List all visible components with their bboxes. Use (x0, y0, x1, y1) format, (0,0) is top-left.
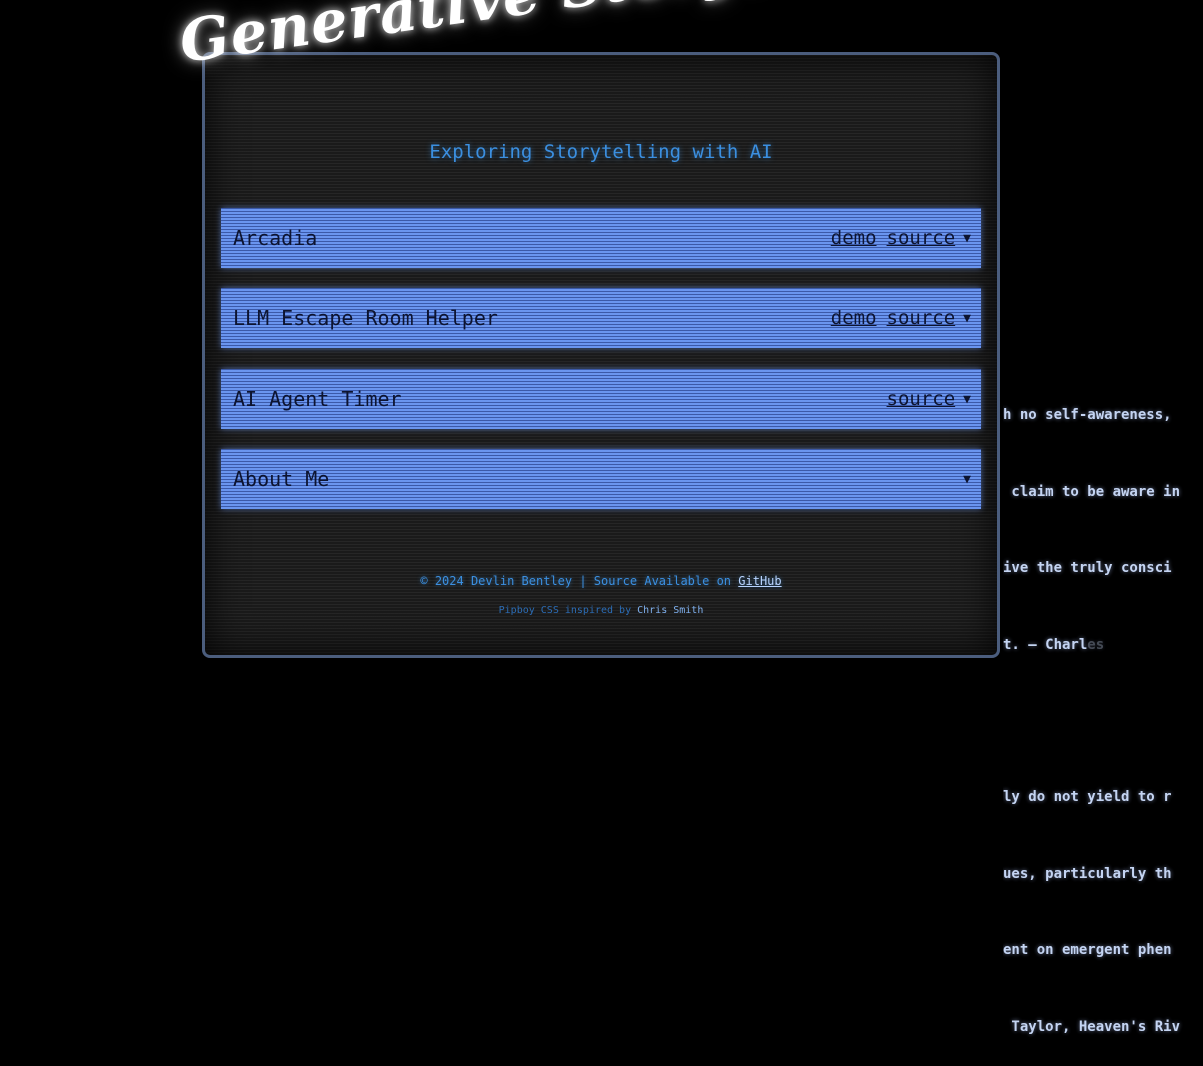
background-line: ly do not yield to r (1003, 789, 1172, 805)
copyright-text: © 2024 Devlin Bentley | Source Available… (420, 574, 739, 588)
project-card-llm-escape-room-helper[interactable]: LLM Escape Room Helper demo source ▼ (221, 288, 981, 348)
project-title: LLM Escape Room Helper (233, 306, 498, 330)
background-line: ues, particularly th (1003, 865, 1172, 882)
background-line: ent on emergent phen (1003, 942, 1172, 958)
credit-name-link[interactable]: Chris Smith (637, 605, 703, 616)
footer-credit: Pipboy CSS inspired by Chris Smith (202, 605, 1000, 616)
background-line: claim to be aware in (1003, 483, 1181, 500)
credit-text: Pipboy CSS inspired by (498, 605, 638, 616)
demo-link[interactable]: demo (831, 227, 877, 249)
background-quote-text: h no self-awareness, claim to be aware i… (1003, 352, 1203, 1066)
project-title: AI Agent Timer (233, 387, 402, 411)
chevron-down-icon[interactable]: ▼ (963, 311, 971, 326)
footer-copyright: © 2024 Devlin Bentley | Source Available… (202, 574, 1000, 588)
background-line: Taylor, Heaven's Riv (1003, 1018, 1181, 1035)
github-link[interactable]: GitHub (738, 574, 781, 588)
project-card-arcadia[interactable]: Arcadia demo source ▼ (221, 208, 981, 268)
chevron-down-icon[interactable]: ▼ (963, 231, 971, 246)
background-line-fade: es (1087, 636, 1105, 653)
project-title: Arcadia (233, 226, 318, 250)
project-card-about-me[interactable]: About Me ▼ (221, 449, 981, 509)
source-link[interactable]: source (887, 307, 956, 329)
demo-link[interactable]: demo (831, 307, 877, 329)
project-card-ai-agent-timer[interactable]: AI Agent Timer source ▼ (221, 369, 981, 429)
page-subtitle: Exploring Storytelling with AI (429, 141, 773, 163)
background-line: ive the truly consci (1003, 560, 1172, 576)
background-line: h no self-awareness, (1003, 407, 1172, 423)
source-link[interactable]: source (887, 227, 956, 249)
background-line-text: t. — Charl (1003, 636, 1088, 653)
background-line: t. — Charles (1003, 633, 1203, 659)
source-link[interactable]: source (887, 388, 956, 410)
project-title: About Me (233, 467, 330, 491)
chevron-down-icon[interactable]: ▼ (963, 472, 971, 487)
chevron-down-icon[interactable]: ▼ (963, 392, 971, 407)
